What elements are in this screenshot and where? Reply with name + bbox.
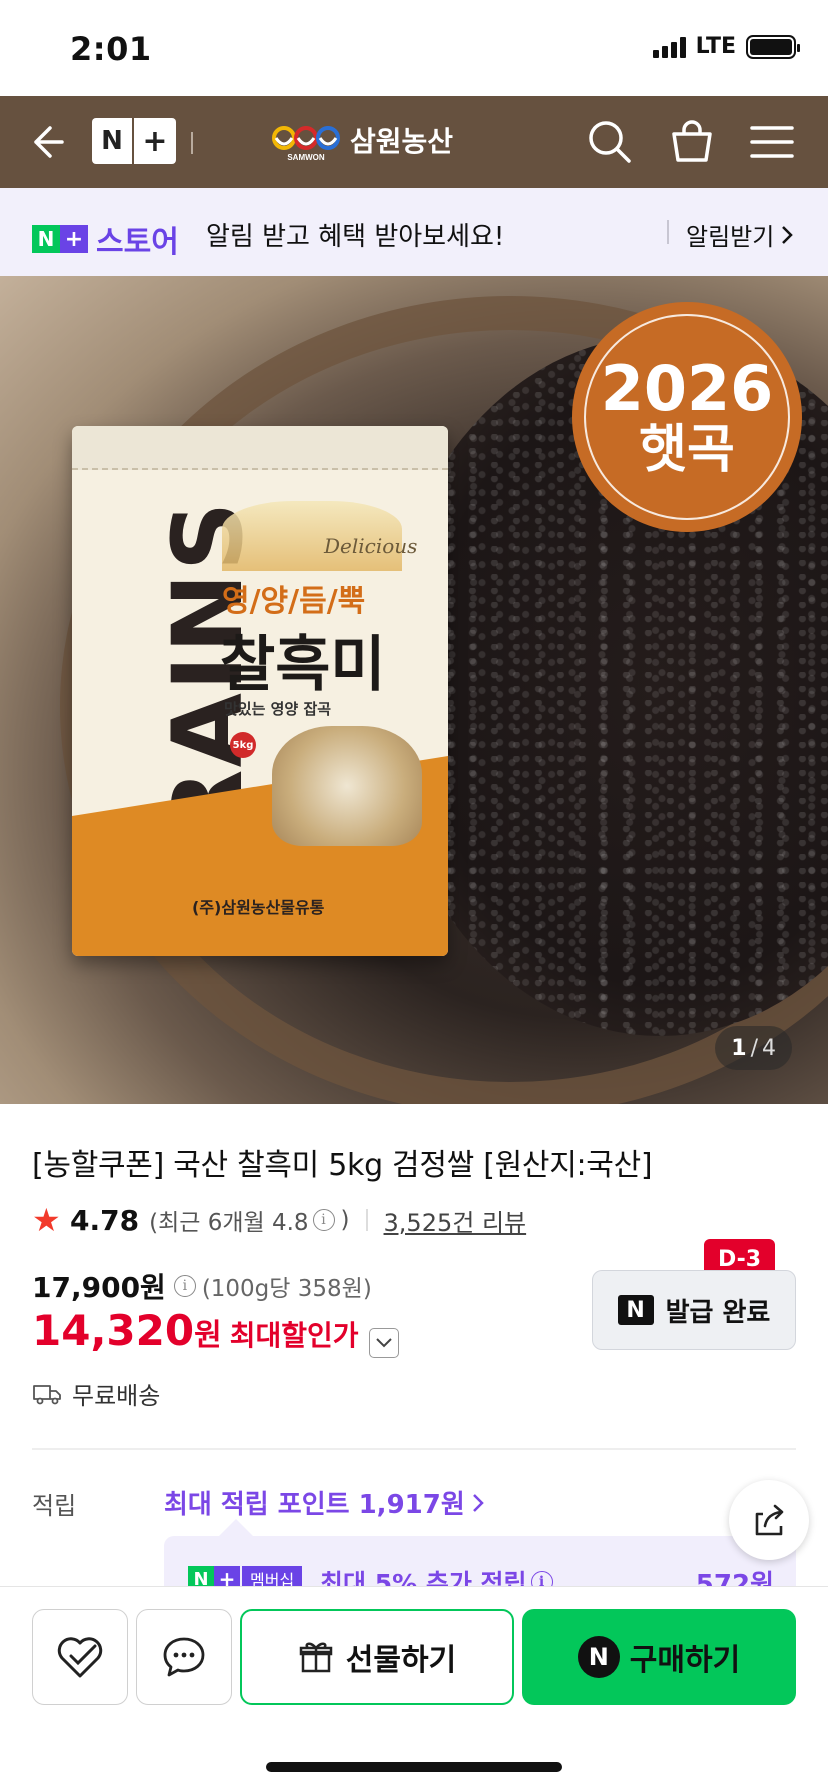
info-icon[interactable]: i	[312, 1209, 335, 1231]
status-time: 2:01	[70, 30, 152, 68]
back-arrow-icon[interactable]	[26, 118, 74, 166]
image-pager: 1 / 4	[715, 1026, 792, 1070]
share-button[interactable]	[729, 1480, 809, 1560]
notice-divider	[667, 220, 669, 244]
sale-price: 14,320	[32, 1306, 195, 1355]
logo-n: N	[92, 118, 134, 164]
sale-currency: 원	[194, 1318, 222, 1353]
coupon-issued-button[interactable]: N 발급 완료	[592, 1270, 796, 1350]
bag-footer: (주)삼원농산물유통	[192, 898, 325, 917]
brand-logo[interactable]: SAMWON 삼원농산	[270, 116, 453, 164]
chat-bubble-icon	[163, 1637, 205, 1677]
search-icon[interactable]	[584, 116, 636, 168]
rating-divider	[365, 1209, 368, 1231]
subscribe-alert-button[interactable]: 알림받기	[686, 217, 794, 252]
product-bag-image: GRAINS Delicious 영/양/듬/뿍 찰흑미 맛있는 영양 잡곡 5…	[72, 426, 448, 956]
bag-subtitle: 영/양/듬/뿍	[222, 584, 366, 619]
points-label: 적립	[32, 1492, 77, 1520]
original-price-row: 17,900원 i (100g당 358원)	[32, 1266, 372, 1306]
naver-coupon-icon: N	[617, 1295, 654, 1325]
chat-button[interactable]	[136, 1609, 232, 1705]
store-header: N + SAMWON 삼원농산	[0, 96, 828, 188]
grain-sack-image	[272, 726, 422, 846]
max-points-link[interactable]: 최대 적립 포인트 1,917원	[164, 1484, 485, 1521]
recent-rating-close: )	[340, 1207, 350, 1233]
truck-icon	[33, 1384, 61, 1404]
gift-label: 선물하기	[345, 1643, 457, 1678]
battery-icon	[746, 34, 800, 59]
pager-separator: /	[750, 1035, 758, 1061]
badge-text: 햇곡	[639, 420, 735, 480]
coupon-label: 발급 완료	[665, 1297, 771, 1328]
chevron-down-icon[interactable]	[368, 1328, 399, 1358]
signal-icon	[652, 36, 686, 58]
product-title: [농할쿠폰] 국산 찰흑미 5kg 검정쌀 [원산지:국산]	[32, 1148, 653, 1183]
heart-check-icon	[57, 1637, 103, 1678]
section-divider	[32, 1448, 796, 1450]
notification-banner[interactable]: N + 스토어 알림 받고 혜택 받아보세요! 알림받기	[0, 188, 828, 276]
sale-label: 최대할인가	[229, 1319, 359, 1352]
rating-row: ★ 4.78 (최근 6개월 4.8 i ) 3,525건 리뷰	[32, 1202, 526, 1238]
shopping-bag-icon[interactable]	[666, 116, 718, 168]
badge-year: 2026	[600, 352, 774, 425]
review-count-link[interactable]: 3,525건 리뷰	[384, 1203, 527, 1238]
share-icon	[755, 1504, 784, 1536]
wishlist-button[interactable]	[32, 1609, 128, 1705]
star-icon: ★	[32, 1201, 61, 1239]
sale-price-row: 14,320 원 최대할인가	[32, 1306, 399, 1358]
naver-store-badge: N + 스토어	[32, 217, 179, 261]
store-badge-plus: +	[60, 225, 88, 253]
price-info-icon[interactable]: i	[173, 1275, 196, 1297]
network-label: LTE	[695, 34, 736, 59]
bag-tagline: 맛있는 영양 잡곡	[224, 700, 332, 718]
shipping-text: 무료배송	[72, 1382, 161, 1410]
gift-icon	[299, 1642, 333, 1673]
store-badge-label: 스토어	[96, 225, 179, 260]
pager-total: 4	[762, 1035, 776, 1061]
bag-title: 찰흑미	[220, 630, 386, 700]
pager-current: 1	[731, 1035, 747, 1061]
buy-button[interactable]: N 구매하기	[522, 1609, 796, 1705]
brand-sub: SAMWON	[287, 153, 325, 162]
home-indicator	[266, 1762, 562, 1772]
samwon-logo-icon: SAMWON	[270, 116, 342, 164]
recent-rating: (최근 6개월 4.8 i )	[149, 1203, 349, 1237]
naver-plus-logo[interactable]: N +	[92, 118, 176, 164]
shipping-info: 무료배송	[32, 1376, 160, 1411]
new-harvest-badge: 2026 햇곡	[572, 302, 802, 532]
product-image-carousel[interactable]: GRAINS Delicious 영/양/듬/뿍 찰흑미 맛있는 영양 잡곡 5…	[0, 276, 828, 1104]
gift-button[interactable]: 선물하기	[240, 1609, 514, 1705]
recent-rating-text: (최근 6개월 4.8	[149, 1210, 309, 1236]
brand-name: 삼원농산	[350, 125, 454, 158]
header-divider	[191, 132, 193, 154]
unit-price: (100g당 358원)	[201, 1276, 372, 1302]
max-points-text: 최대 적립 포인트 1,917원	[164, 1490, 465, 1520]
rating-value: 4.78	[70, 1203, 140, 1237]
chevron-right-icon	[782, 225, 794, 244]
store-badge-n: N	[32, 225, 60, 253]
status-indicators: LTE	[652, 34, 800, 59]
status-bar: 2:01 LTE	[0, 0, 828, 96]
hamburger-menu-icon[interactable]	[746, 116, 798, 168]
notice-text: 알림 받고 혜택 받아보세요!	[206, 222, 505, 252]
subscribe-alert-label: 알림받기	[686, 223, 775, 251]
naver-pay-icon: N	[577, 1636, 620, 1678]
chevron-right-icon	[472, 1493, 484, 1512]
bag-script: Delicious	[324, 534, 418, 558]
logo-plus: +	[142, 123, 168, 159]
original-price: 17,900원	[32, 1271, 166, 1304]
bag-weight: 5kg	[230, 732, 256, 758]
buy-label: 구매하기	[629, 1643, 741, 1678]
